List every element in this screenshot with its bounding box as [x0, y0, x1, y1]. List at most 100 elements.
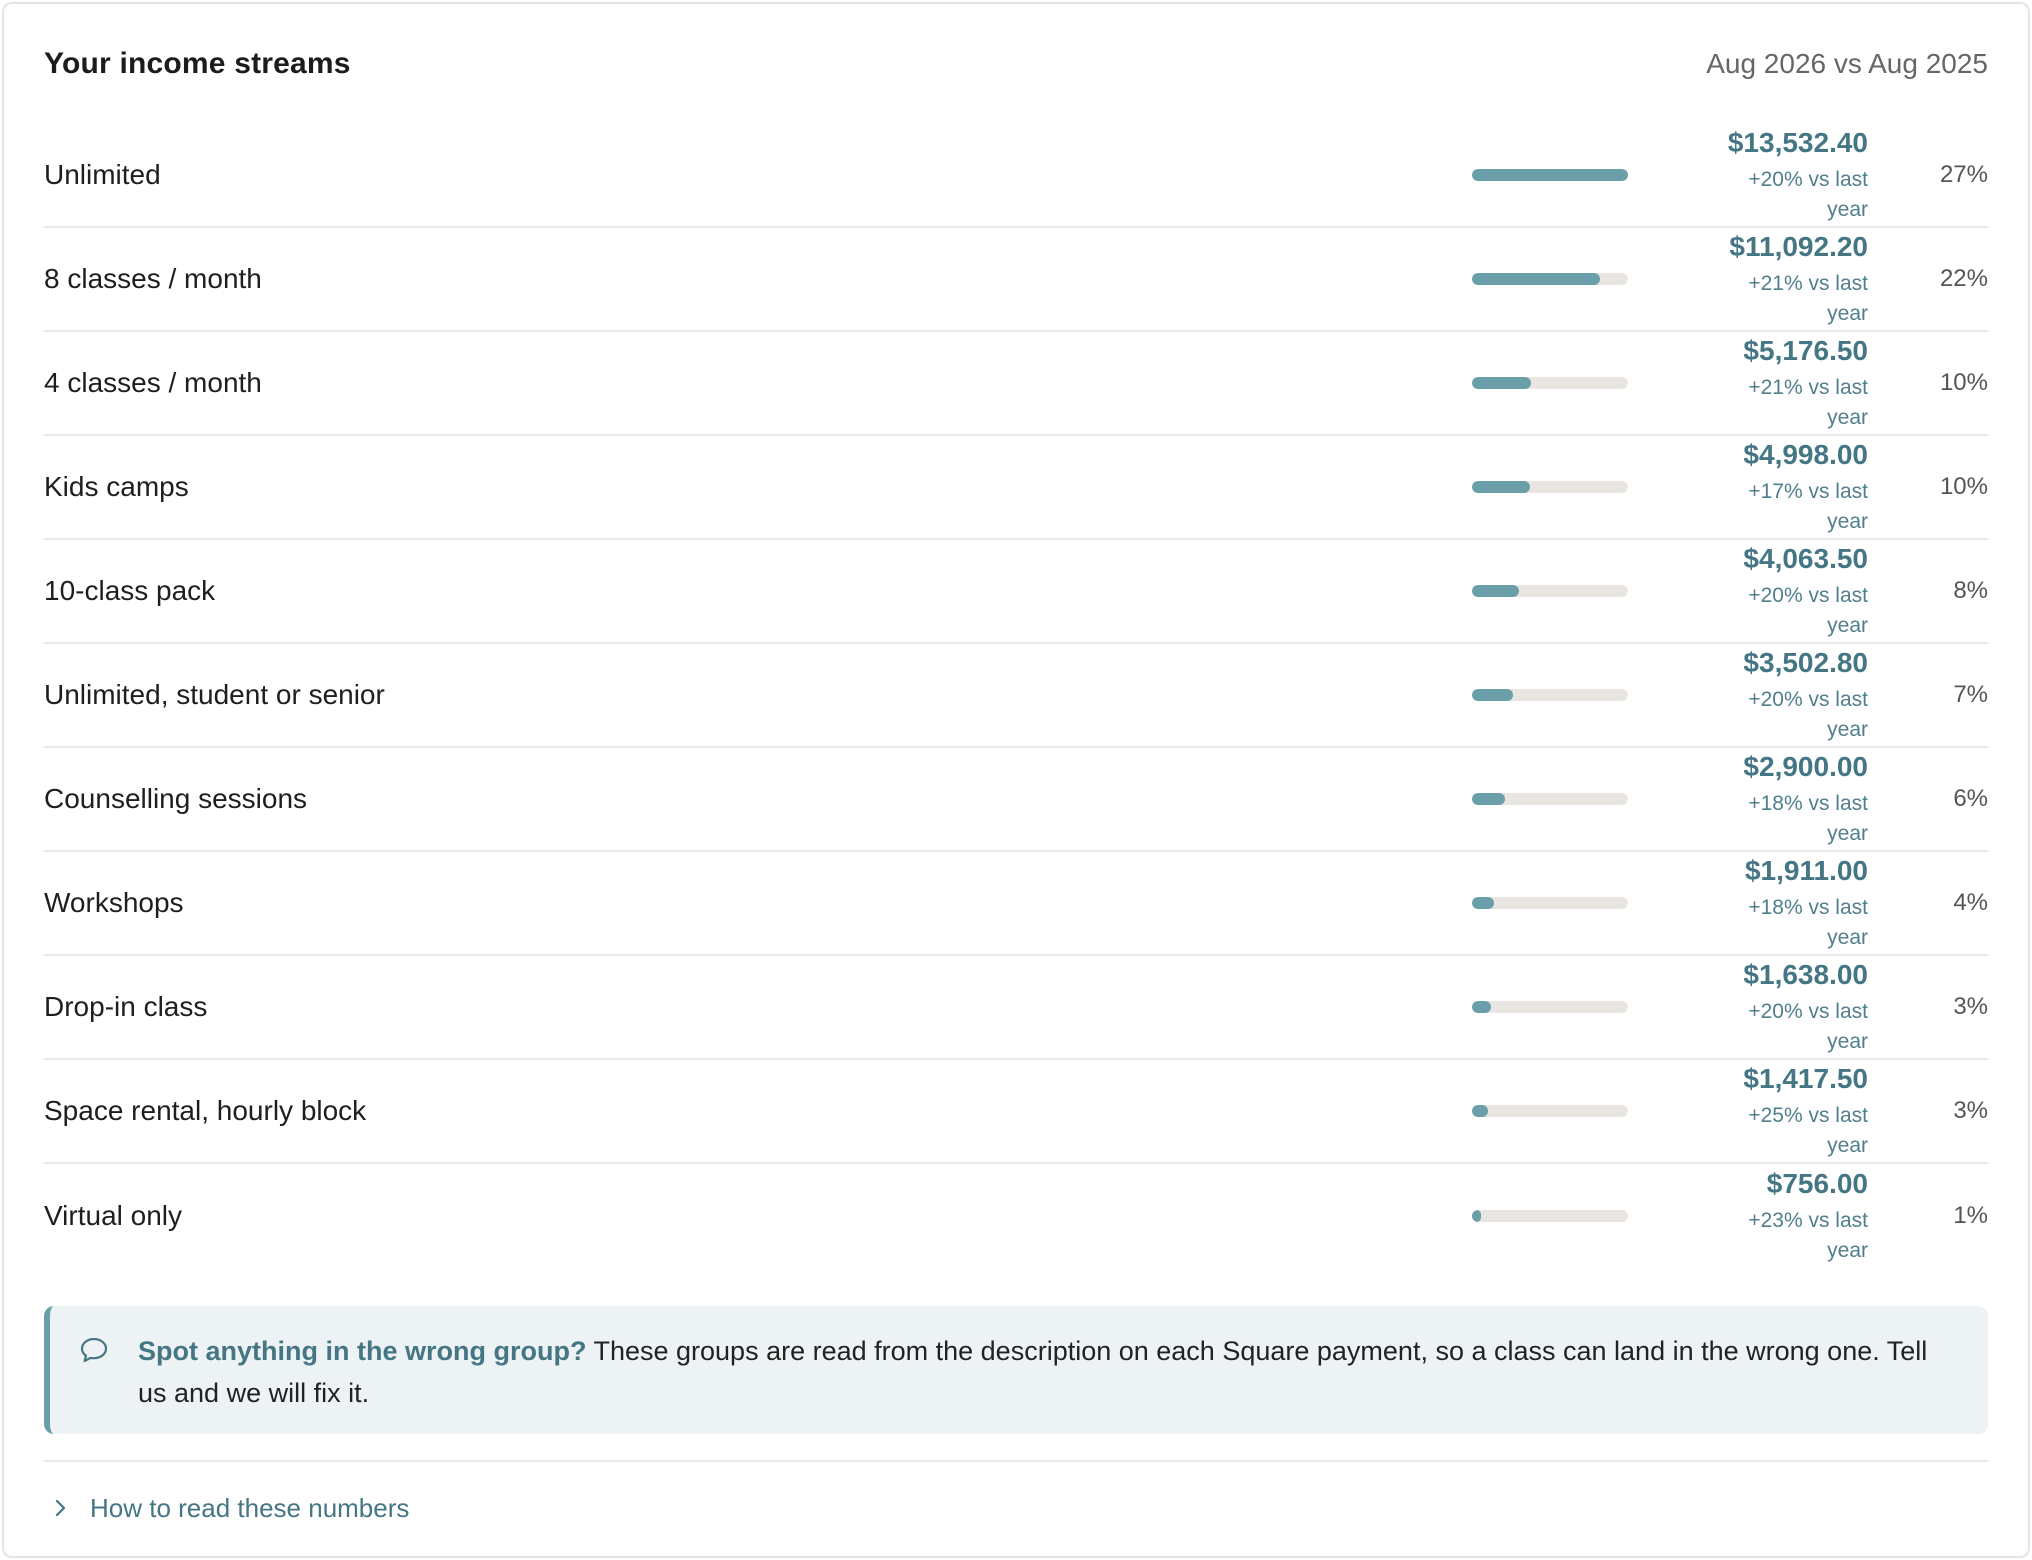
income-stream-row: 10-class pack $4,063.50 +20% vs last year 8…	[44, 540, 1988, 644]
stream-change: +21% vs last year	[1748, 376, 1868, 429]
stream-change: +20% vs last year	[1748, 1000, 1868, 1053]
income-stream-row: Workshops $1,911.00 +18% vs last year 4%	[44, 852, 1988, 956]
income-stream-row: 8 classes / month $11,092.20 +21% vs last …	[44, 228, 1988, 332]
stream-share: 22%	[1939, 265, 1988, 292]
share-bar-fill	[1472, 273, 1600, 285]
stream-amount: $2,900.00	[1743, 751, 1868, 782]
share-bar	[1472, 481, 1628, 493]
share-bar	[1472, 897, 1628, 909]
stream-share: 7%	[1953, 681, 1988, 708]
income-stream-row: Unlimited $13,532.40 +20% vs last year 27%	[44, 124, 1988, 228]
share-bar	[1472, 1210, 1628, 1222]
stream-amounts: $11,092.20 +21% vs last year	[1708, 229, 1868, 329]
income-stream-row: Kids camps $4,998.00 +17% vs last year 10%	[44, 436, 1988, 540]
income-stream-row: Space rental, hourly block $1,417.50 +25% …	[44, 1060, 1988, 1164]
stream-share: 3%	[1953, 993, 1988, 1020]
wrong-group-notice: Spot anything in the wrong group? These …	[44, 1306, 1988, 1434]
stream-amounts: $4,998.00 +17% vs last year	[1708, 437, 1868, 537]
card-content: Your income streams Aug 2026 vs Aug 2025…	[44, 4, 1988, 1554]
stream-amount: $5,176.50	[1743, 335, 1868, 366]
speech-bubble-icon	[80, 1337, 108, 1363]
share-bar	[1472, 689, 1628, 701]
chevron-right-icon	[55, 1499, 66, 1517]
how-to-read-label: How to read these numbers	[90, 1492, 410, 1523]
stream-share: 1%	[1953, 1202, 1988, 1229]
income-stream-list: Unlimited $13,532.40 +20% vs last year 27% 8…	[44, 124, 1988, 1268]
income-stream-row: Virtual only $756.00 +23% vs last year 1%	[44, 1164, 1988, 1268]
stream-amounts: $5,176.50 +21% vs last year	[1708, 333, 1868, 433]
share-bar-fill	[1472, 1001, 1491, 1013]
stream-name: Unlimited	[44, 159, 161, 190]
stream-share: 3%	[1953, 1097, 1988, 1124]
stream-share: 10%	[1939, 369, 1988, 396]
stream-amounts: $1,911.00 +18% vs last year	[1708, 853, 1868, 953]
share-bar	[1472, 793, 1628, 805]
share-bar-fill	[1472, 897, 1494, 909]
stream-amount: $4,998.00	[1743, 439, 1868, 470]
notice-heading: Spot anything in the wrong group?	[138, 1336, 587, 1366]
stream-change: +18% vs last year	[1748, 896, 1868, 949]
card-title: Your income streams	[44, 47, 351, 80]
stream-amount: $4,063.50	[1743, 543, 1868, 574]
share-bar-fill	[1472, 377, 1532, 389]
share-bar	[1472, 169, 1628, 181]
stream-share: 27%	[1939, 161, 1988, 188]
stream-name: Space rental, hourly block	[44, 1095, 367, 1126]
stream-name: Counselling sessions	[44, 783, 308, 814]
stream-share: 6%	[1953, 785, 1988, 812]
stream-change: +20% vs last year	[1748, 168, 1868, 221]
share-bar-fill	[1472, 1210, 1482, 1222]
stream-amount: $11,092.20	[1729, 231, 1868, 262]
stream-amount: $756.00	[1766, 1168, 1868, 1199]
stream-name: Drop-in class	[44, 991, 208, 1022]
share-bar-fill	[1472, 169, 1628, 181]
income-streams-card: Your income streams Aug 2026 vs Aug 2025…	[2, 2, 2030, 1558]
share-bar-fill	[1472, 689, 1513, 701]
stream-amounts: $3,502.80 +20% vs last year	[1708, 645, 1868, 745]
how-to-read-toggle[interactable]: How to read these numbers	[44, 1462, 1988, 1554]
stream-amount: $3,502.80	[1743, 647, 1868, 678]
income-stream-row: Counselling sessions $2,900.00 +18% vs las…	[44, 748, 1988, 852]
stream-amount: $1,911.00	[1744, 855, 1868, 886]
stream-amounts: $4,063.50 +20% vs last year	[1708, 541, 1868, 641]
stream-change: +18% vs last year	[1748, 792, 1868, 845]
share-bar-fill	[1472, 585, 1519, 597]
share-bar	[1472, 1001, 1628, 1013]
stream-share: 8%	[1953, 577, 1988, 604]
share-bar-fill	[1472, 1105, 1488, 1117]
income-stream-row: Drop-in class $1,638.00 +20% vs last year 3…	[44, 956, 1988, 1060]
notice-text: Spot anything in the wrong group? These …	[138, 1330, 1944, 1414]
income-stream-row: 4 classes / month $5,176.50 +21% vs last y…	[44, 332, 1988, 436]
comparison-period: Aug 2026 vs Aug 2025	[1706, 48, 1988, 79]
share-bar-fill	[1472, 481, 1530, 493]
stream-name: Virtual only	[44, 1200, 183, 1231]
stream-change: +25% vs last year	[1748, 1104, 1868, 1157]
stream-change: +20% vs last year	[1748, 688, 1868, 741]
stream-name: 10-class pack	[44, 575, 216, 606]
stream-share: 10%	[1939, 473, 1988, 500]
share-bar-fill	[1472, 793, 1505, 805]
stream-amount: $13,532.40	[1727, 127, 1868, 158]
share-bar	[1472, 1105, 1628, 1117]
share-bar	[1472, 273, 1628, 285]
stream-amount: $1,638.00	[1743, 959, 1868, 990]
stream-share: 4%	[1953, 889, 1988, 916]
income-stream-row: Unlimited, student or senior $3,502.80 +20…	[44, 644, 1988, 748]
stream-amounts: $1,638.00 +20% vs last year	[1708, 957, 1868, 1057]
stream-amounts: $1,417.50 +25% vs last year	[1708, 1061, 1868, 1161]
stream-change: +21% vs last year	[1748, 272, 1868, 325]
share-bar	[1472, 585, 1628, 597]
stream-amount: $1,417.50	[1743, 1063, 1868, 1094]
stream-name: Unlimited, student or senior	[44, 679, 385, 710]
stream-name: Workshops	[44, 887, 184, 918]
stream-change: +17% vs last year	[1748, 480, 1868, 533]
stream-amounts: $2,900.00 +18% vs last year	[1708, 749, 1868, 849]
stream-change: +23% vs last year	[1748, 1209, 1868, 1262]
stream-amounts: $13,532.40 +20% vs last year	[1708, 125, 1868, 225]
stream-name: Kids camps	[44, 471, 189, 502]
stream-change: +20% vs last year	[1748, 584, 1868, 637]
share-bar	[1472, 377, 1628, 389]
stream-name: 8 classes / month	[44, 263, 262, 294]
stream-amounts: $756.00 +23% vs last year	[1708, 1166, 1868, 1266]
card-header: Your income streams Aug 2026 vs Aug 2025	[44, 4, 1988, 124]
